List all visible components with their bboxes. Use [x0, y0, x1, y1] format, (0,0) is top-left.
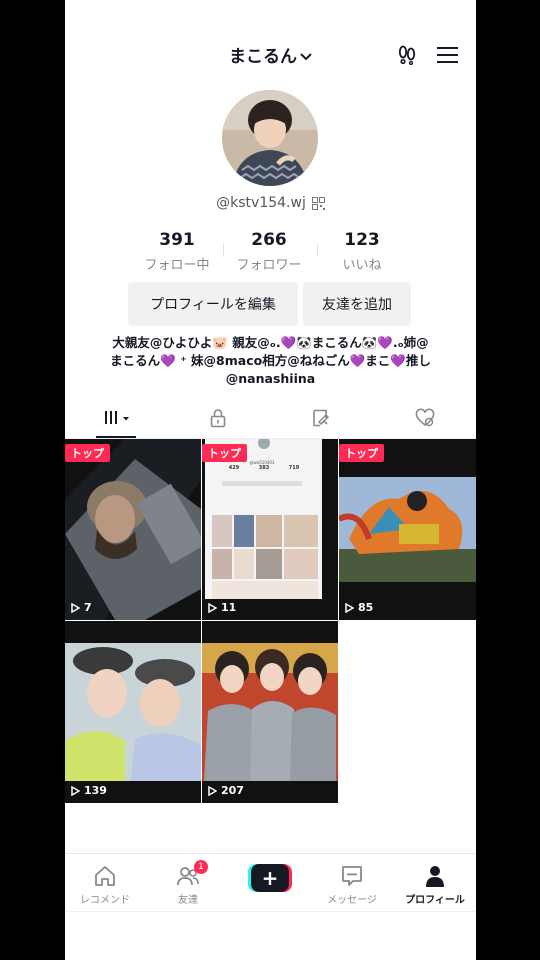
- view-count: 11: [208, 601, 236, 614]
- nav-profile-label: プロフィール: [405, 895, 465, 906]
- qr-code-icon[interactable]: [311, 196, 325, 210]
- view-count: 7: [71, 601, 92, 614]
- user-handle: @kstv154.wj: [216, 195, 306, 211]
- likes-stat[interactable]: 123 いいね: [312, 230, 412, 273]
- nav-inbox-label: メッセージ: [327, 895, 377, 906]
- following-count: 391: [159, 230, 195, 250]
- edit-profile-button[interactable]: プロフィールを編集: [128, 282, 298, 326]
- footprints-icon[interactable]: [397, 45, 417, 65]
- video-thumbnail[interactable]: @wa510403 429 383 719 トップ 11: [202, 439, 338, 620]
- menu-icon[interactable]: [437, 46, 458, 64]
- friends-notification-badge: 1: [194, 860, 208, 874]
- tab-liked-heart-icon[interactable]: [415, 408, 435, 428]
- followers-label: フォロワー: [236, 258, 302, 273]
- mini-profile-stats: 429 383 719: [228, 465, 300, 471]
- bio-line: 大親友@ひよひよ🐷 親友@ₒ.💜🐼まこるん🐼💜.ₒ姉@: [112, 335, 429, 350]
- video-thumbnail[interactable]: 139: [65, 621, 201, 803]
- profile-screen: まこるん @kstv154.wj 391 フォロー中 266 フォロワー 123…: [65, 0, 476, 960]
- video-thumbnail[interactable]: 207: [202, 621, 338, 803]
- followers-stat[interactable]: 266 フォロワー: [219, 230, 319, 273]
- nav-home-label: レコメンド: [80, 895, 130, 906]
- profile-icon: [426, 866, 444, 887]
- nav-home[interactable]: レコメンド: [65, 854, 145, 912]
- nav-friends-label: 友達: [178, 895, 198, 906]
- create-plus-label: +: [261, 866, 279, 890]
- tab-videos-grid-icon[interactable]: [103, 408, 133, 428]
- play-icon: [71, 602, 80, 613]
- bio-line: まこるん💜 ⁺ 妹@8maco相方@ねねごん💜まこ💜推し: [110, 353, 431, 368]
- home-icon: [95, 866, 115, 886]
- view-count: 85: [345, 601, 373, 614]
- handle-row: @kstv154.wj: [65, 195, 476, 211]
- view-count: 207: [208, 784, 244, 797]
- play-icon: [71, 785, 80, 796]
- chevron-down-icon: [300, 53, 312, 61]
- following-stat[interactable]: 391 フォロー中: [127, 230, 227, 273]
- nav-inbox[interactable]: メッセージ: [312, 854, 392, 912]
- play-icon: [208, 602, 217, 613]
- followers-count: 266: [251, 230, 287, 250]
- nav-create[interactable]: +: [230, 854, 310, 912]
- top-badge: トップ: [202, 444, 247, 462]
- bottom-nav: レコメンド 友達 + メッセージ プロフィール: [65, 853, 476, 912]
- tab-reposts-icon[interactable]: [311, 408, 331, 428]
- top-badge: トップ: [339, 444, 384, 462]
- add-friend-button[interactable]: 友達を追加: [303, 282, 411, 326]
- message-icon: [342, 866, 362, 886]
- following-label: フォロー中: [144, 258, 210, 273]
- bio-line: @nanashiina: [225, 371, 316, 386]
- play-icon: [345, 602, 354, 613]
- bio: 大親友@ひよひよ🐷 親友@ₒ.💜🐼まこるん🐼💜.ₒ姉@ まこるん💜 ⁺ 妹@8m…: [85, 334, 456, 388]
- avatar[interactable]: [222, 90, 318, 186]
- view-count: 139: [71, 784, 107, 797]
- home-indicator-area: [65, 911, 476, 960]
- tab-private-lock-icon[interactable]: [208, 408, 228, 428]
- likes-count: 123: [344, 230, 380, 250]
- video-thumbnail[interactable]: トップ 85: [339, 439, 476, 620]
- play-icon: [208, 785, 217, 796]
- likes-label: いいね: [342, 258, 382, 273]
- video-thumbnail[interactable]: トップ 7: [65, 439, 201, 620]
- top-badge: トップ: [65, 444, 110, 462]
- nav-friends[interactable]: 友達: [148, 854, 228, 912]
- username-title: まこるん: [229, 47, 297, 67]
- nav-profile[interactable]: プロフィール: [395, 854, 475, 912]
